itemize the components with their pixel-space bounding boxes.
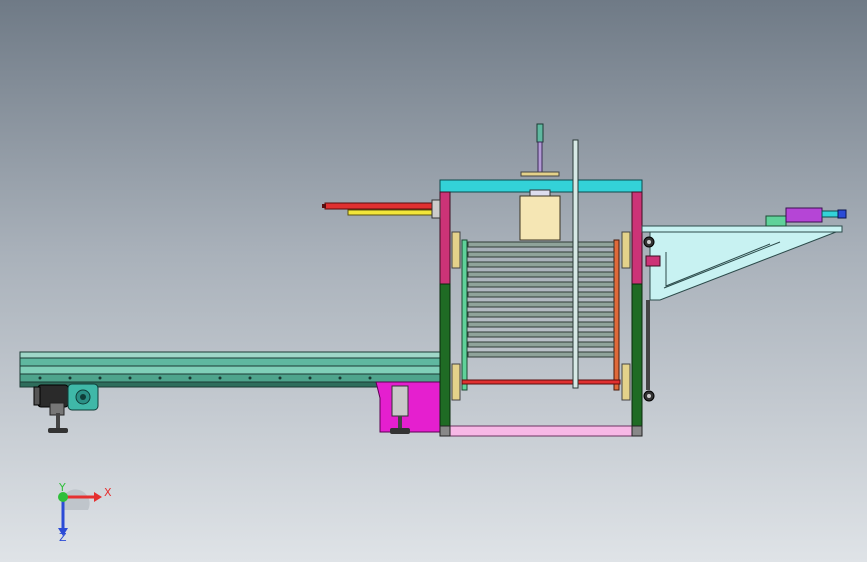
x-axis-arrowhead <box>94 492 102 502</box>
leveling-foot-left <box>48 413 68 433</box>
counterweight-box <box>519 189 561 241</box>
drive-motor <box>33 383 99 416</box>
top-cylinder <box>520 123 560 177</box>
cad-viewport[interactable]: X Y Z <box>0 0 867 562</box>
chain-sprockets <box>643 236 661 402</box>
pusher-cylinder-left <box>322 199 441 219</box>
x-axis-label: X <box>104 486 112 499</box>
machine-drawing: X Y Z <box>19 123 847 544</box>
coordinate-triad: X Y Z <box>58 481 112 544</box>
magenta-pit <box>375 381 441 434</box>
vertical-guide-rail <box>572 139 579 389</box>
y-axis-label: Y <box>58 481 66 494</box>
z-axis-label: Z <box>59 531 67 544</box>
roller-rack <box>467 241 615 358</box>
lift-platform-bar <box>461 379 621 385</box>
bracket-cylinder <box>765 207 847 227</box>
side-bracket <box>641 225 843 301</box>
